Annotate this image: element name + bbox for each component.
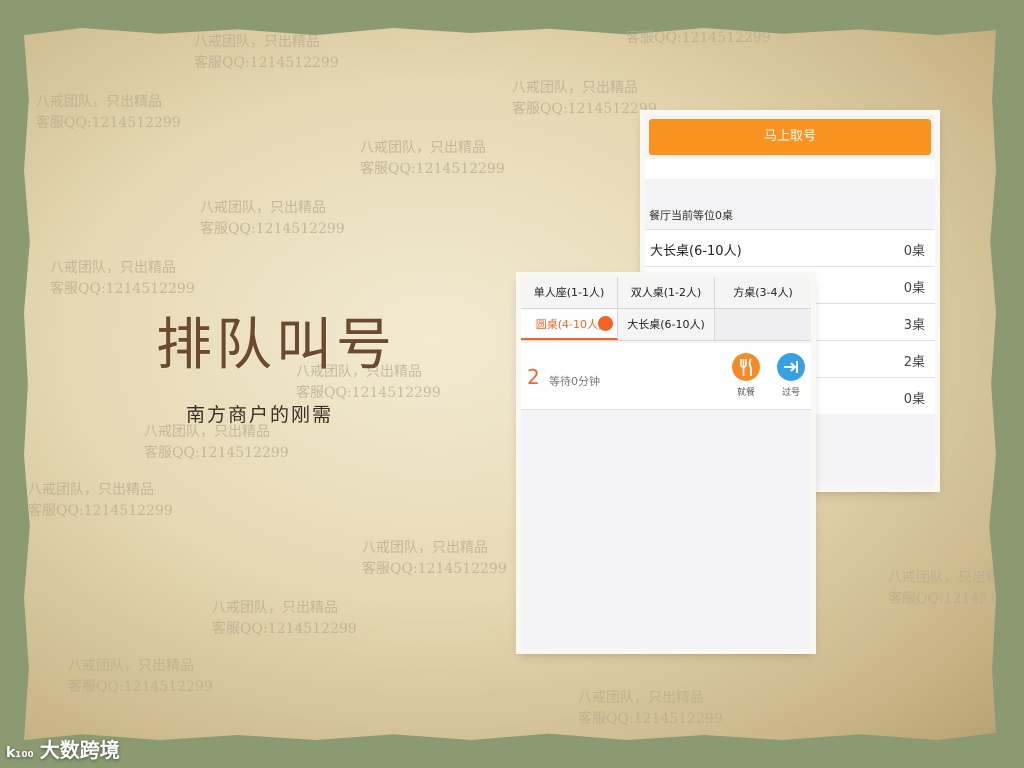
watermark: 八戒团队，只出精品客服QQ:1214512299 [360,140,505,177]
table-waiting-count: 3桌 [903,318,925,333]
watermark: 八戒团队，只出精品客服QQ:1214512299 [68,658,213,695]
watermark: 八戒团队，只出精品客服QQ:1214512299 [50,260,195,297]
watermark: 八戒团队，只出精品客服QQ:1214512299 [362,540,507,577]
watermark: 八戒团队，只出精品客服QQ:1214512299 [578,690,723,727]
skip-button[interactable]: 过号 [774,353,808,398]
dine-button[interactable]: 就餐 [729,353,763,398]
slide-title: 排队叫号 [156,313,396,378]
watermark: 八戒团队，只出精品客服QQ:1214512299 [212,600,357,637]
skip-arrow-icon [777,353,805,381]
tab-long-table[interactable]: 大长桌(6-10人) [618,309,715,340]
table-waiting-count: 0桌 [903,392,925,407]
logo-text: 大数跨境 [39,738,120,762]
watermark: 八戒团队，只出精品客服QQ:1214512299 [36,94,181,131]
skip-label: 过号 [781,388,800,398]
tab-square-table[interactable]: 方桌(3-4人) [715,277,811,308]
brand-logo: k₁₀₀ 大数跨境 [6,734,120,763]
watermark: 八戒团队，只出精品客服QQ:1214512299 [512,80,657,117]
tab-single-seat[interactable]: 单人座(1-1人) [521,277,618,308]
notification-dot [598,316,613,331]
watermark: 八戒团队，只出精品客服QQ:1214512299 [144,424,289,461]
table-type-tabs: 单人座(1-1人) 双人桌(1-2人) 方桌(3-4人) 圆桌(4-10人) 大… [521,277,811,341]
tab-round-table[interactable]: 圆桌(4-10人) [521,309,618,340]
watermark: 八戒团队，只出精品客服QQ:1214512299 [28,482,173,519]
watermark: 八戒团队，只出精品客服QQ:1214512299 [194,34,339,71]
queue-number: 2 [527,365,540,389]
slide-subtitle: 南方商户的刚需 [186,404,334,426]
tab-double-table[interactable]: 双人桌(1-2人) [618,277,715,308]
take-number-button[interactable]: 马上取号 [649,119,931,155]
queue-calling-screenshot: 单人座(1-1人) 双人桌(1-2人) 方桌(3-4人) 圆桌(4-10人) 大… [521,277,811,649]
table-type-name: 大长桌(6-10人) [650,244,742,259]
waiting-count-label: 餐厅当前等位0桌 [649,209,733,222]
dine-label: 就餐 [736,388,755,398]
watermark: 客服QQ:1214512299 [626,30,771,46]
wait-time: 等待0分钟 [549,375,600,388]
watermark: 八戒团队，只出精品客服QQ:1214512299 [888,570,994,607]
list-item[interactable]: 大长桌(6-10人) 0桌 [645,229,935,266]
logo-mark: k₁₀₀ [6,745,34,761]
table-waiting-count: 2桌 [903,355,925,370]
tab-label: 圆桌(4-10人) [535,318,603,331]
table-waiting-count: 0桌 [903,244,925,259]
watermark: 八戒团队，只出精品客服QQ:1214512299 [200,200,345,237]
table-waiting-count: 0桌 [903,281,925,296]
spacer [645,159,935,179]
queue-entry: 2 等待0分钟 就餐 过号 [521,343,811,410]
tab-empty [715,309,811,340]
fork-knife-icon [732,353,760,381]
